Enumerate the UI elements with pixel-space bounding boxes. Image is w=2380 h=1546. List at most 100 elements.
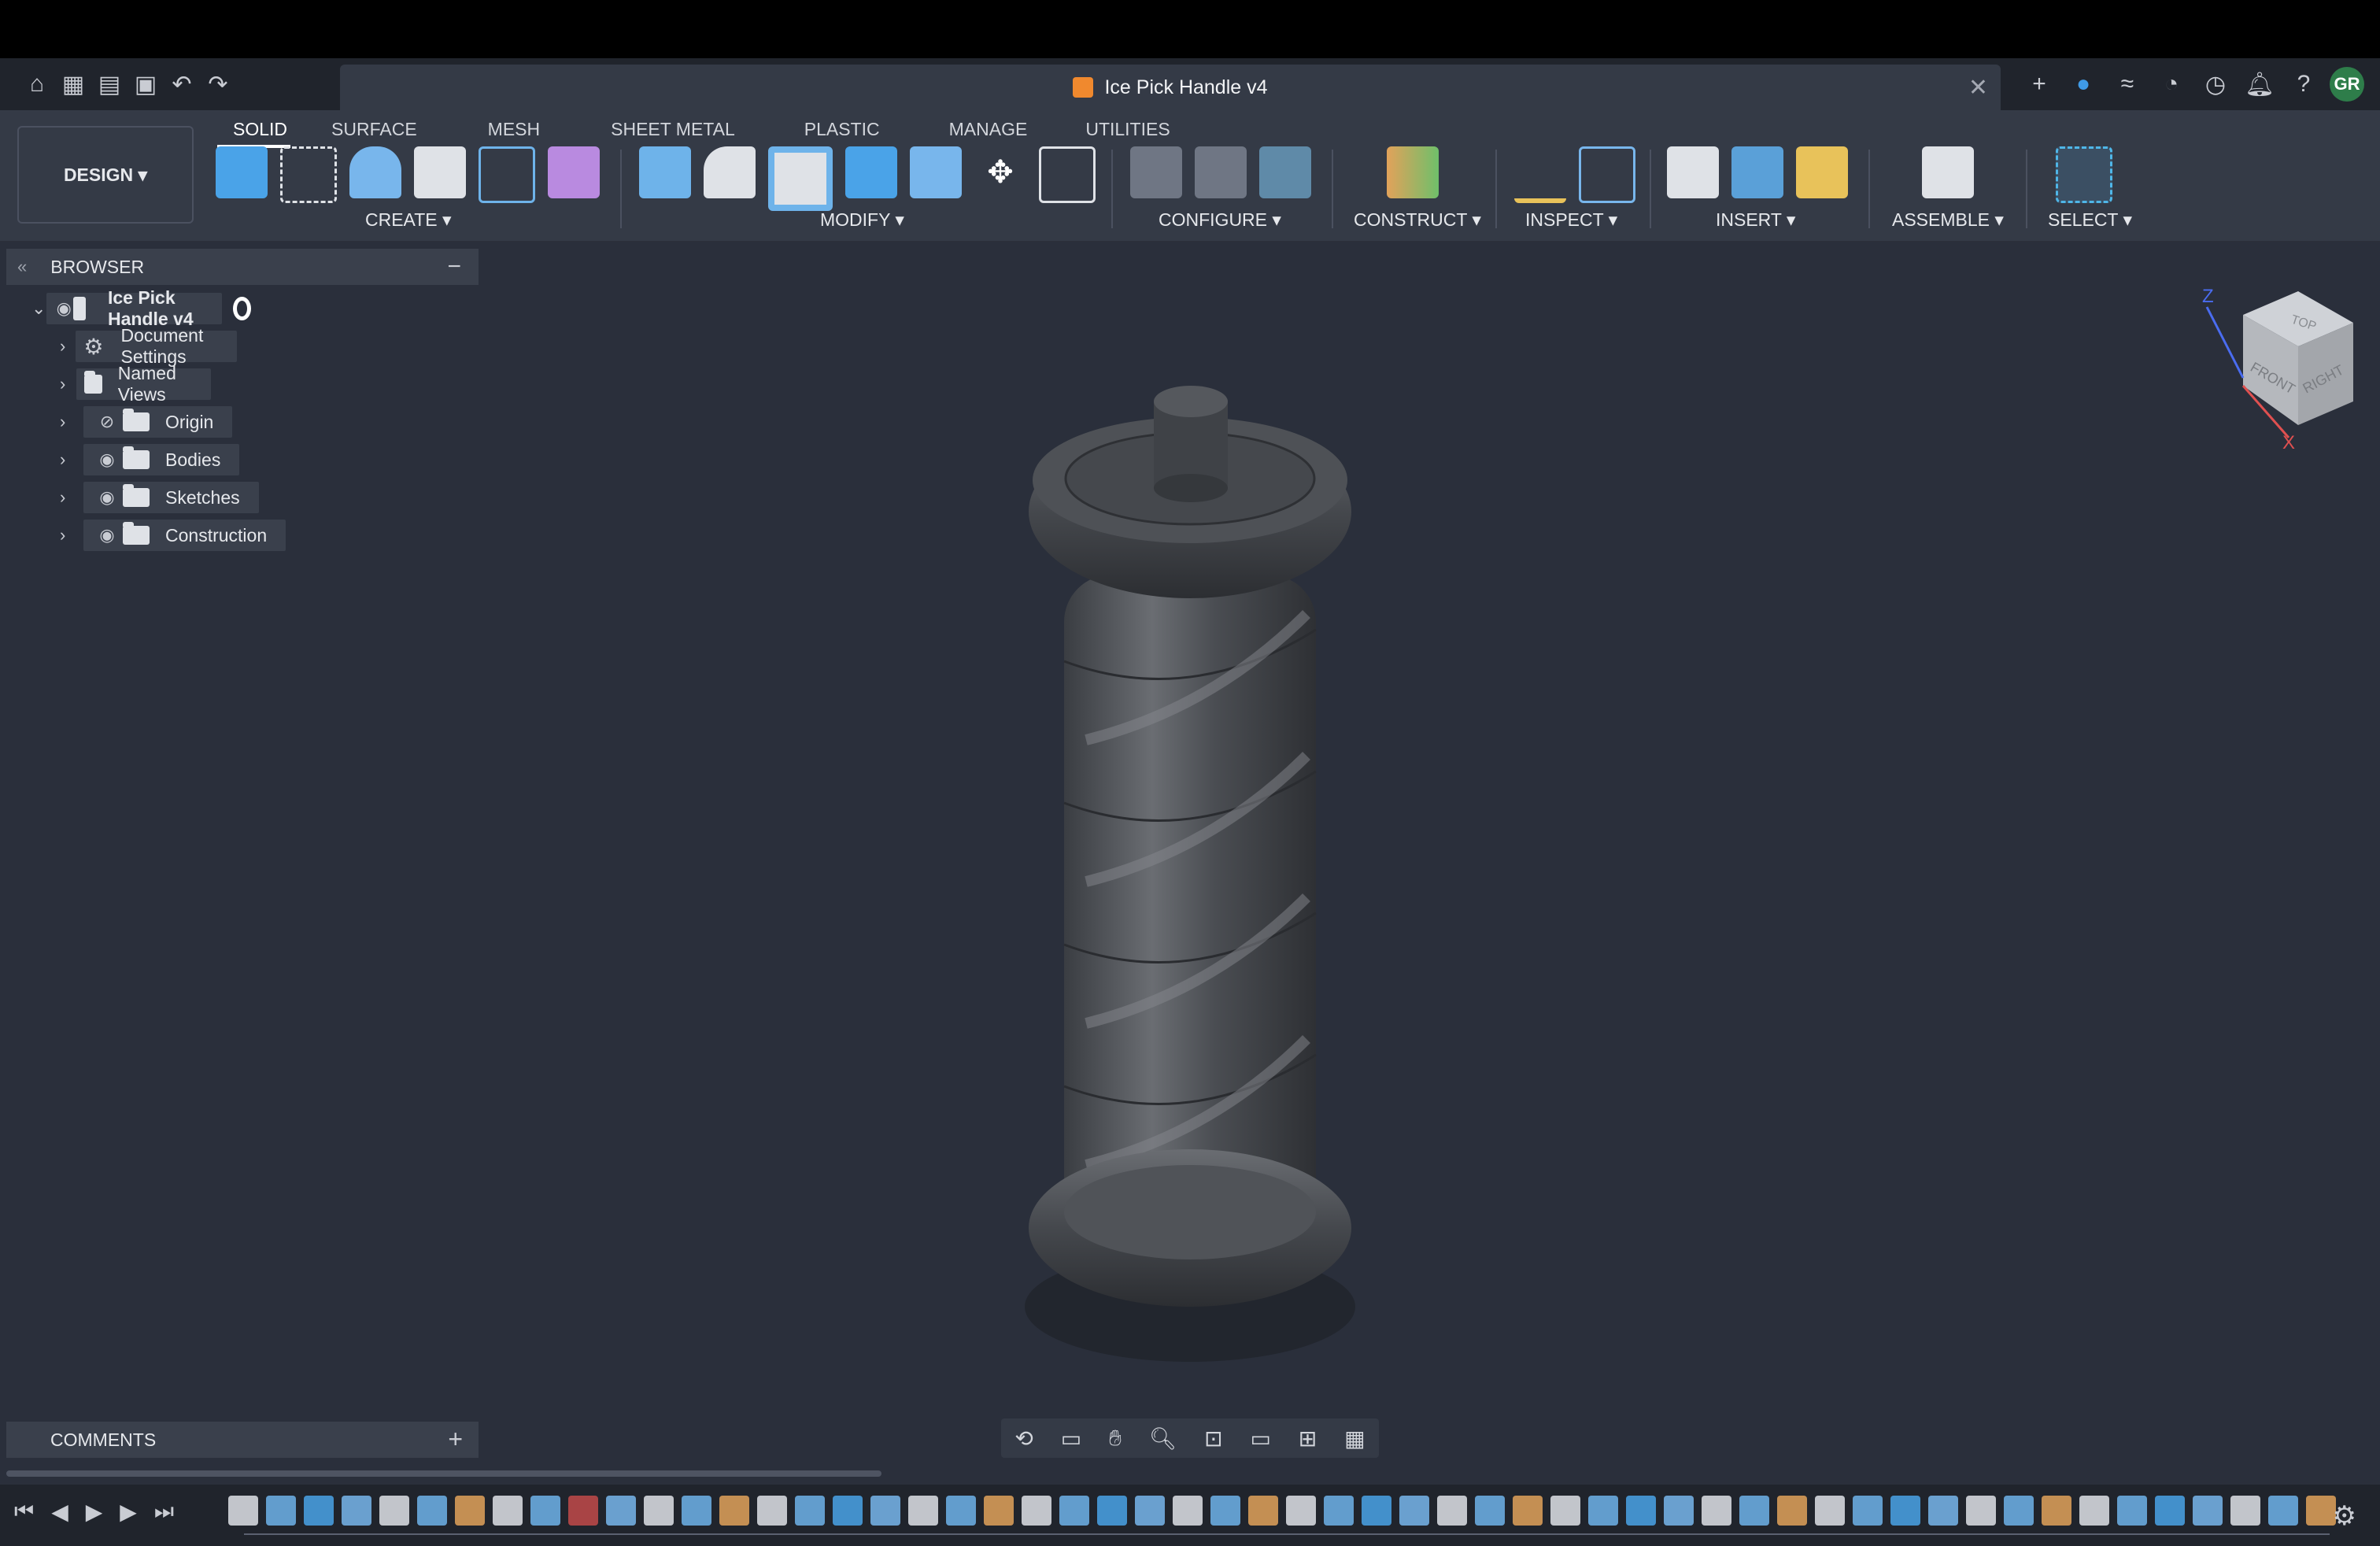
timeline-feature-icon[interactable]: [342, 1496, 371, 1526]
tab-surface[interactable]: SURFACE: [303, 113, 433, 145]
hidden-eye-icon[interactable]: ⊘: [91, 412, 123, 432]
eye-icon[interactable]: ◉: [91, 487, 123, 508]
timeline-feature-icon[interactable]: [1966, 1496, 1996, 1526]
user-avatar[interactable]: GR: [2330, 67, 2364, 102]
tab-sheet-metal[interactable]: SHEET METAL: [556, 113, 751, 145]
tree-item-named-views[interactable]: › Named Views: [60, 363, 212, 405]
fillet-icon[interactable]: [704, 146, 756, 198]
tab-solid[interactable]: SOLID: [205, 113, 303, 148]
display-settings-icon[interactable]: ▭: [1250, 1426, 1270, 1452]
look-at-icon[interactable]: ▭: [1061, 1426, 1081, 1452]
collapse-panel-icon[interactable]: «: [17, 257, 27, 277]
timeline-feature-icon[interactable]: [1437, 1496, 1467, 1526]
timeline-feature-icon[interactable]: [833, 1496, 863, 1526]
timeline-feature-icon[interactable]: [1399, 1496, 1429, 1526]
configure-table-icon[interactable]: [1130, 146, 1182, 198]
timeline-feature-icon[interactable]: [1135, 1496, 1165, 1526]
timeline-feature-icon[interactable]: [266, 1496, 296, 1526]
eye-icon[interactable]: ◉: [91, 449, 123, 470]
modify-menu[interactable]: MODIFY ▾: [820, 209, 904, 231]
timeline-settings-icon[interactable]: ⚙: [2333, 1500, 2356, 1532]
pan-icon[interactable]: ✋︎: [1109, 1426, 1122, 1452]
move-icon[interactable]: ✥: [974, 146, 1026, 198]
chevron-right-icon[interactable]: ›: [60, 336, 76, 357]
press-pull-icon[interactable]: [639, 146, 691, 198]
timeline-feature-icon[interactable]: [1059, 1496, 1089, 1526]
tab-plastic[interactable]: PLASTIC: [751, 113, 896, 145]
assemble-menu[interactable]: ASSEMBLE ▾: [1892, 209, 2004, 231]
zoom-icon[interactable]: 🔍︎: [1149, 1426, 1177, 1452]
timeline-feature-icon[interactable]: [568, 1496, 598, 1526]
timeline-feature-icon[interactable]: [1626, 1496, 1656, 1526]
eye-icon[interactable]: ◉: [91, 525, 123, 546]
chevron-down-icon[interactable]: ⌄: [31, 298, 46, 319]
timeline-feature-icon[interactable]: [228, 1496, 258, 1526]
comments-panel[interactable]: COMMENTS +: [6, 1422, 479, 1458]
timeline-feature-icon[interactable]: [1739, 1496, 1769, 1526]
timeline-feature-icon[interactable]: [2306, 1496, 2336, 1526]
timeline-feature-icon[interactable]: [2079, 1496, 2109, 1526]
configure-theme-icon[interactable]: [1259, 146, 1311, 198]
tree-item-construction[interactable]: › ◉ Construction: [60, 518, 286, 553]
pattern-icon[interactable]: [479, 146, 535, 203]
timeline-feature-icon[interactable]: [2230, 1496, 2260, 1526]
timeline-feature-icon[interactable]: [1173, 1496, 1203, 1526]
undo-icon[interactable]: ↶: [164, 66, 200, 102]
timeline-feature-icon[interactable]: [908, 1496, 938, 1526]
workspace-switcher[interactable]: DESIGN ▾: [17, 126, 194, 224]
eye-icon[interactable]: ◉: [54, 298, 73, 319]
grid-icon[interactable]: ⊞: [1299, 1426, 1317, 1452]
browser-header[interactable]: « BROWSER −: [6, 249, 479, 285]
chevron-right-icon[interactable]: ›: [60, 449, 83, 470]
tree-item-document-settings[interactable]: › ⚙ Document Settings: [60, 325, 237, 367]
timeline-feature-icon[interactable]: [984, 1496, 1014, 1526]
chevron-right-icon[interactable]: ›: [60, 487, 83, 508]
timeline-feature-icon[interactable]: [417, 1496, 447, 1526]
timeline-feature-icon[interactable]: [1550, 1496, 1580, 1526]
insert-menu[interactable]: INSERT ▾: [1716, 209, 1795, 231]
help-icon[interactable]: ?: [2286, 66, 2322, 102]
shell-icon[interactable]: [768, 146, 833, 211]
timeline-feature-icon[interactable]: [1022, 1496, 1051, 1526]
insert-derive-icon[interactable]: [1667, 146, 1719, 198]
fit-icon[interactable]: ⊡: [1204, 1426, 1222, 1452]
timeline-feature-icon[interactable]: [644, 1496, 674, 1526]
chevron-right-icon[interactable]: ›: [60, 525, 83, 546]
split-body-icon[interactable]: [910, 146, 962, 198]
timeline-feature-icon[interactable]: [1324, 1496, 1354, 1526]
timeline-feature-icon[interactable]: [304, 1496, 334, 1526]
close-tab-icon[interactable]: ✕: [1968, 74, 1988, 102]
document-tab[interactable]: Ice Pick Handle v4 ✕: [340, 65, 2001, 110]
activate-radio-icon[interactable]: [232, 297, 251, 320]
go-to-start-icon[interactable]: ⏮: [14, 1499, 34, 1525]
timeline-feature-icon[interactable]: [1475, 1496, 1505, 1526]
select-menu[interactable]: SELECT ▾: [2048, 209, 2132, 231]
insert-mesh-icon[interactable]: [1796, 146, 1848, 198]
timeline-feature-icon[interactable]: [1362, 1496, 1391, 1526]
timeline-scrollbar[interactable]: [6, 1470, 881, 1477]
new-component-icon[interactable]: [216, 146, 268, 198]
offset-plane-icon[interactable]: [1387, 146, 1439, 198]
minimize-icon[interactable]: −: [447, 253, 461, 280]
clock-icon[interactable]: ◷: [2197, 66, 2234, 102]
file-icon[interactable]: ▤: [91, 66, 128, 102]
canvas-viewport[interactable]: [976, 378, 1417, 1370]
tab-utilities[interactable]: UTILITIES: [1043, 113, 1185, 145]
view-cube[interactable]: TOP FRONT RIGHT Z X: [2196, 283, 2353, 457]
section-analysis-icon[interactable]: [1579, 146, 1635, 203]
revolve-icon[interactable]: [414, 146, 466, 198]
timeline-feature-icon[interactable]: [1097, 1496, 1127, 1526]
ice-pick-handle-model[interactable]: [1025, 386, 1355, 1362]
redo-icon[interactable]: ↷: [200, 66, 236, 102]
timeline-feature-icon[interactable]: [795, 1496, 825, 1526]
timeline-feature-icon[interactable]: [757, 1496, 787, 1526]
timeline-feature-icon[interactable]: [1513, 1496, 1543, 1526]
add-comment-icon[interactable]: +: [448, 1425, 463, 1454]
inspect-menu[interactable]: INSPECT ▾: [1525, 209, 1617, 231]
select-icon[interactable]: [2056, 146, 2112, 203]
timeline-feature-icon[interactable]: [1928, 1496, 1958, 1526]
timeline-feature-icon[interactable]: [1702, 1496, 1731, 1526]
timeline-feature-icon[interactable]: [946, 1496, 976, 1526]
timeline-feature-icon[interactable]: [2117, 1496, 2147, 1526]
timeline-feature-icon[interactable]: [719, 1496, 749, 1526]
